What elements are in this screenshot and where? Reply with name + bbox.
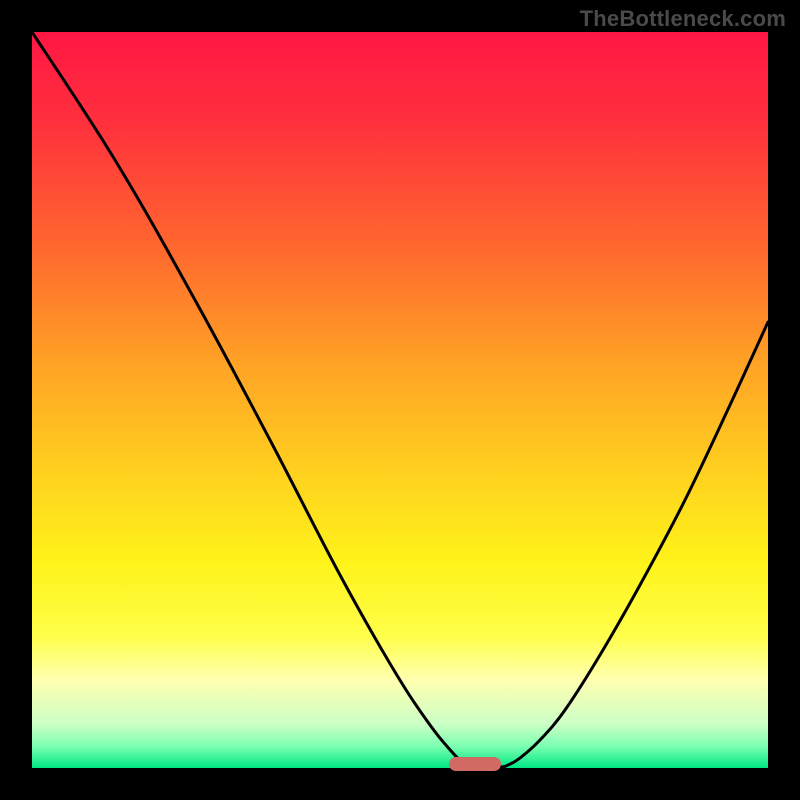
bottleneck-chart bbox=[0, 0, 800, 800]
chart-background bbox=[32, 32, 768, 768]
chart-frame: TheBottleneck.com bbox=[0, 0, 800, 800]
watermark-text: TheBottleneck.com bbox=[580, 6, 786, 32]
optimal-zone-marker bbox=[449, 757, 501, 771]
